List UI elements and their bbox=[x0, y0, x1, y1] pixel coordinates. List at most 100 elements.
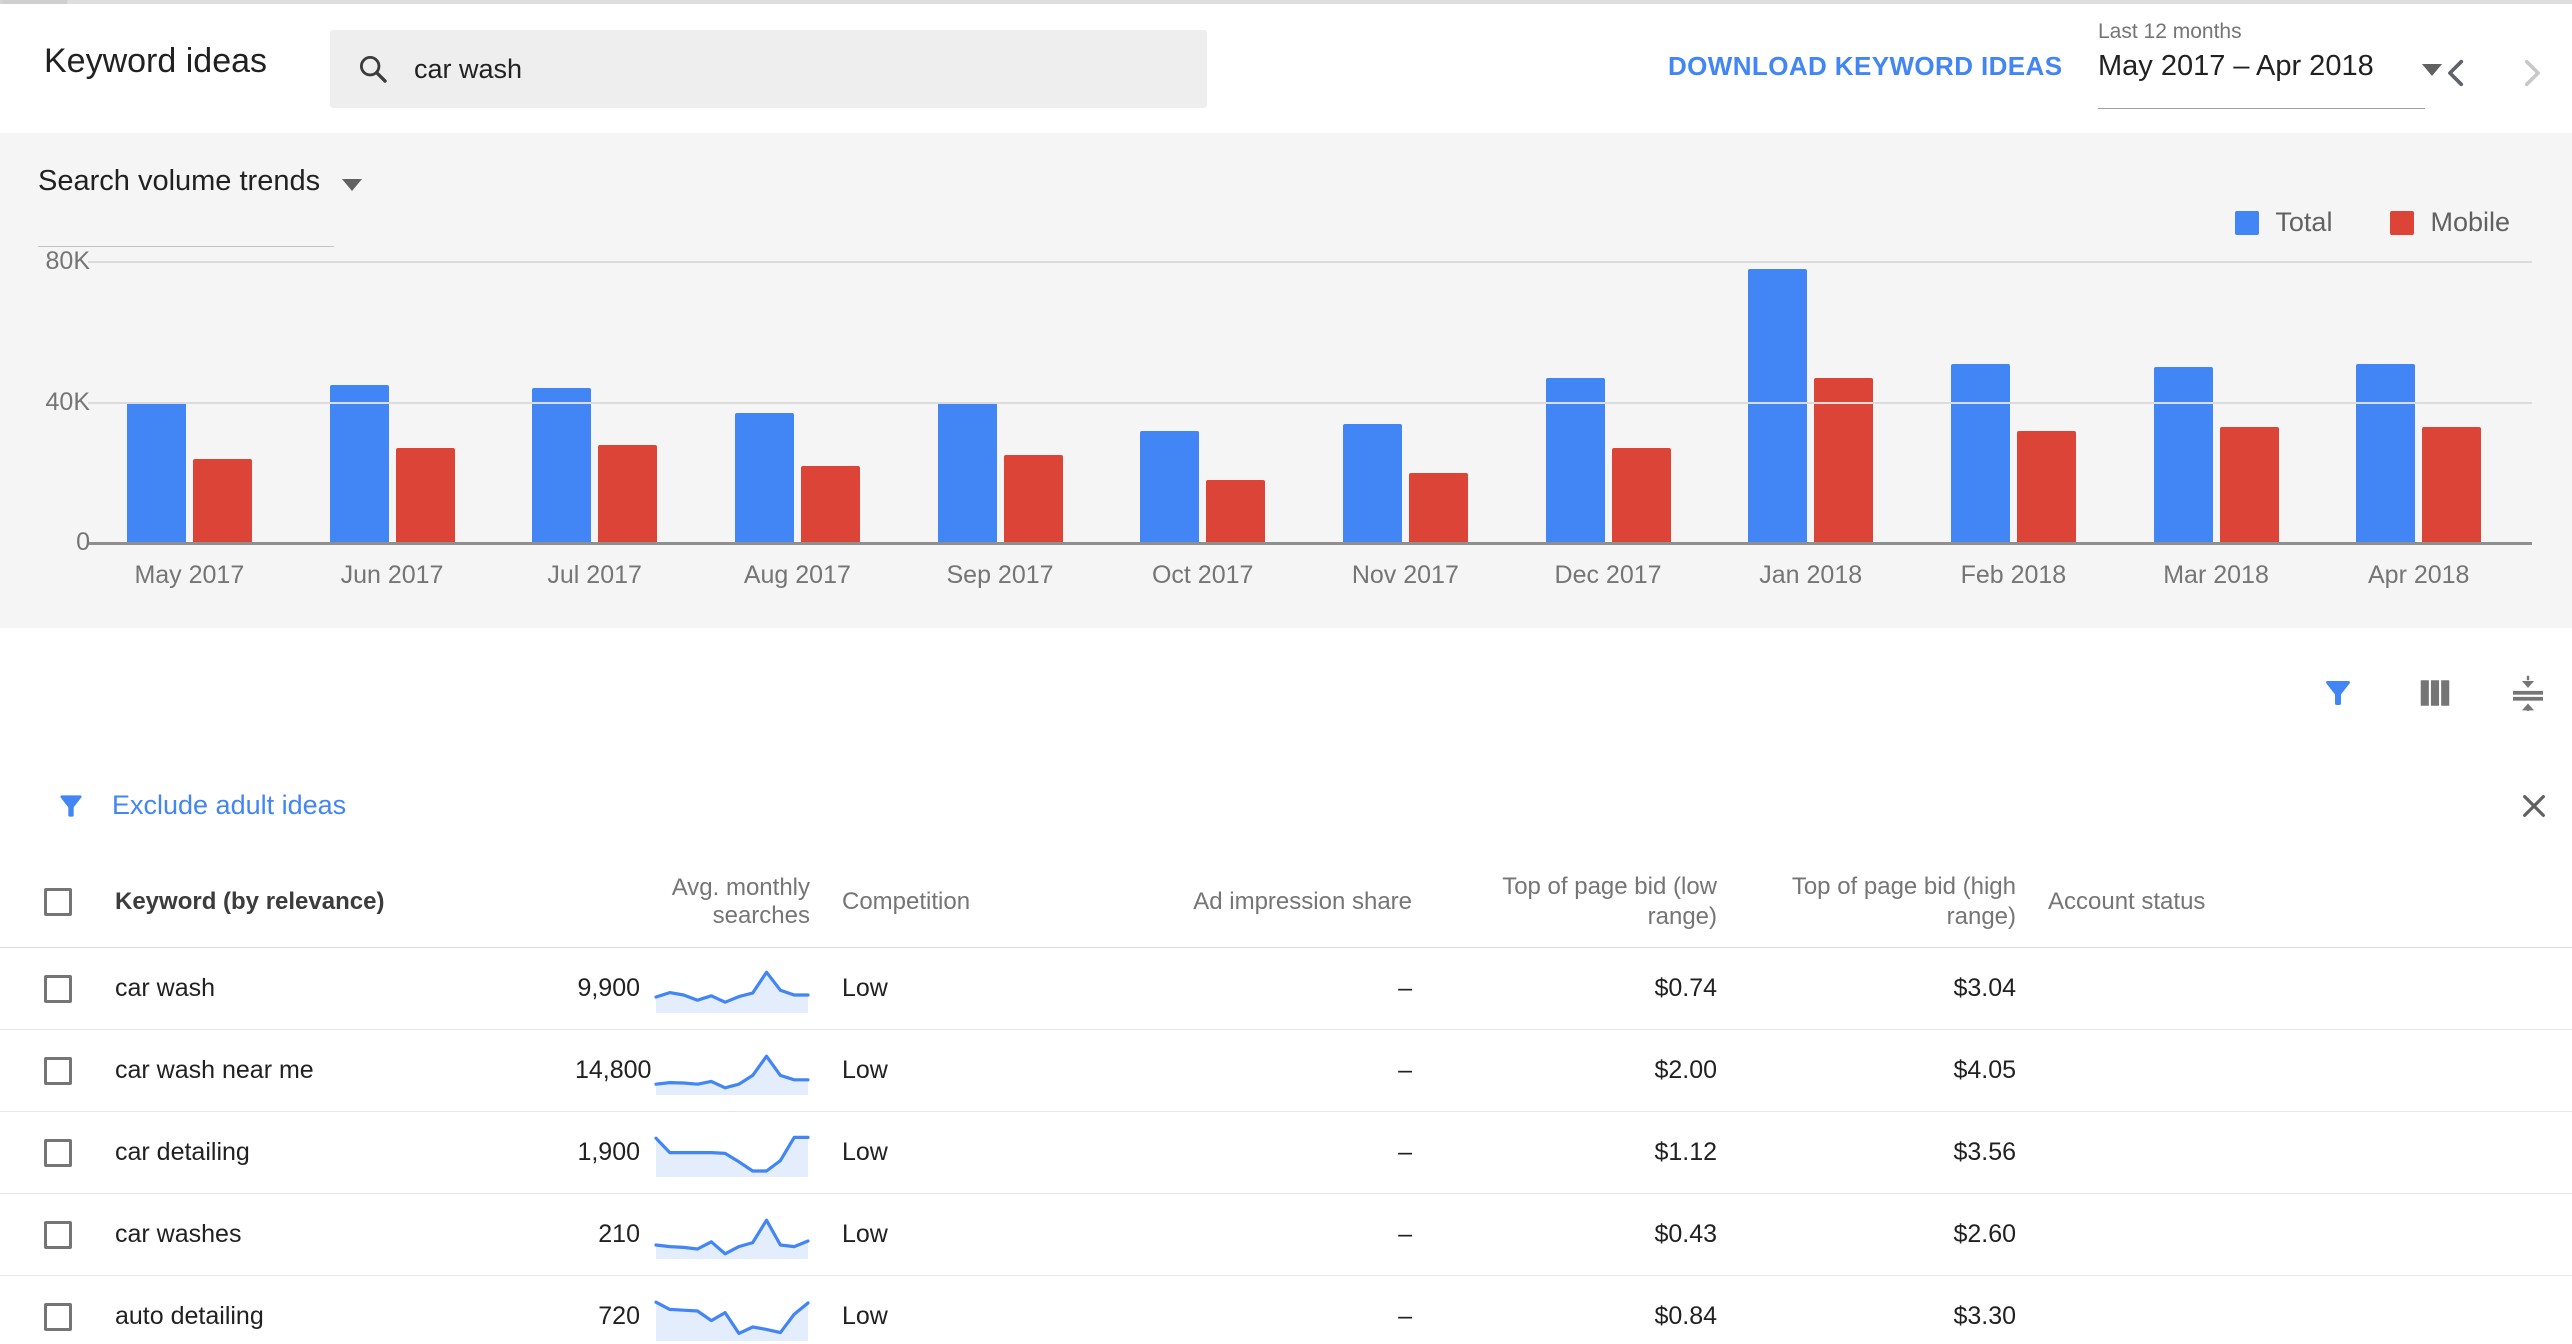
y-gridline bbox=[88, 402, 2532, 404]
bar-total bbox=[2154, 367, 2213, 543]
row-select-cell bbox=[0, 1303, 115, 1331]
avg-monthly-searches-cell: 9,900 bbox=[575, 974, 640, 1003]
competition-cell: Low bbox=[815, 1056, 1010, 1085]
table-header: Keyword (by relevance) Avg. monthly sear… bbox=[0, 856, 2572, 948]
active-filter-bar: Exclude adult ideas bbox=[0, 757, 2572, 857]
trend-cell bbox=[640, 1129, 815, 1177]
bid-low-cell: $0.74 bbox=[1420, 974, 1725, 1003]
x-axis-label: Dec 2017 bbox=[1507, 561, 1710, 590]
chart-type-dropdown[interactable]: Search volume trends bbox=[38, 165, 362, 198]
row-checkbox[interactable] bbox=[44, 1057, 72, 1085]
bid-low-cell: $1.12 bbox=[1420, 1138, 1725, 1167]
close-icon[interactable] bbox=[2518, 790, 2550, 822]
chart-legend: Total Mobile bbox=[2235, 207, 2510, 238]
table-row[interactable]: car detailing1,900Low–$1.12$3.56 bbox=[0, 1112, 2572, 1194]
column-header-ad-impression-share[interactable]: Ad impression share bbox=[1010, 888, 1420, 916]
previous-period-button[interactable] bbox=[2440, 56, 2474, 90]
bar-mobile bbox=[193, 459, 252, 543]
x-axis-label: May 2017 bbox=[88, 561, 291, 590]
date-range-dropdown[interactable]: May 2017 – Apr 2018 bbox=[2098, 50, 2442, 83]
x-axis-label: Sep 2017 bbox=[899, 561, 1102, 590]
column-header-keyword[interactable]: Keyword (by relevance) bbox=[115, 888, 575, 916]
keyword-cell: car detailing bbox=[115, 1138, 575, 1167]
table-row[interactable]: auto detailing720Low–$0.84$3.30 bbox=[0, 1276, 2572, 1344]
ad-impression-share-cell: – bbox=[1010, 1056, 1420, 1085]
collapse-rows-icon[interactable] bbox=[2510, 675, 2546, 711]
row-select-cell bbox=[0, 1139, 115, 1167]
next-period-button[interactable] bbox=[2514, 56, 2548, 90]
keyword-cell: auto detailing bbox=[115, 1302, 575, 1331]
avg-monthly-searches-cell: 1,900 bbox=[575, 1138, 640, 1167]
column-header-competition[interactable]: Competition bbox=[815, 888, 1010, 916]
bar-total bbox=[1343, 424, 1402, 543]
download-keyword-ideas-button[interactable]: DOWNLOAD KEYWORD IDEAS bbox=[1668, 51, 2062, 82]
row-checkbox[interactable] bbox=[44, 1139, 72, 1167]
bar-mobile bbox=[1206, 480, 1265, 543]
date-range-value: May 2017 – Apr 2018 bbox=[2098, 50, 2374, 83]
select-all-checkbox[interactable] bbox=[44, 888, 72, 916]
column-header-account-status[interactable]: Account status bbox=[2022, 888, 2572, 916]
bar-total bbox=[2356, 364, 2415, 543]
ad-impression-share-cell: – bbox=[1010, 1138, 1420, 1167]
column-header-avg-monthly-searches[interactable]: Avg. monthly searches bbox=[575, 874, 815, 930]
bar-mobile bbox=[2017, 431, 2076, 543]
column-header-top-of-page-bid-low[interactable]: Top of page bid (low range) bbox=[1420, 872, 1725, 932]
x-axis-label: Aug 2017 bbox=[696, 561, 899, 590]
bar-total bbox=[1140, 431, 1199, 543]
x-axis-label: Oct 2017 bbox=[1101, 561, 1304, 590]
ad-impression-share-cell: – bbox=[1010, 1220, 1420, 1249]
legend-item-total: Total bbox=[2235, 207, 2332, 238]
table-row[interactable]: car wash9,900Low–$0.74$3.04 bbox=[0, 948, 2572, 1030]
columns-icon[interactable] bbox=[2417, 675, 2453, 711]
competition-cell: Low bbox=[815, 1302, 1010, 1331]
keyword-search-box[interactable] bbox=[330, 30, 1207, 108]
competition-cell: Low bbox=[815, 1220, 1010, 1249]
x-axis-label: Feb 2018 bbox=[1912, 561, 2115, 590]
bar-mobile bbox=[2220, 427, 2279, 543]
column-header-label: Top of page bid (high range) bbox=[1782, 872, 2016, 932]
y-axis-tick: 80K bbox=[14, 247, 90, 276]
keyword-cell: car washes bbox=[115, 1220, 575, 1249]
x-axis-label: Apr 2018 bbox=[2317, 561, 2520, 590]
trend-sparkline bbox=[652, 965, 812, 1013]
trend-sparkline bbox=[652, 1047, 812, 1095]
bar-total bbox=[1951, 364, 2010, 543]
filter-chip-exclude-adult-ideas[interactable]: Exclude adult ideas bbox=[112, 790, 346, 821]
search-input[interactable] bbox=[412, 53, 1136, 86]
bar-mobile bbox=[1612, 448, 1671, 543]
header-bar: Keyword ideas DOWNLOAD KEYWORD IDEAS Las… bbox=[0, 4, 2572, 134]
legend-swatch bbox=[2390, 211, 2414, 235]
table-body: car wash9,900Low–$0.74$3.04car wash near… bbox=[0, 948, 2572, 1344]
bar-mobile bbox=[598, 445, 657, 543]
bar-mobile bbox=[396, 448, 455, 543]
chart-title: Search volume trends bbox=[38, 165, 320, 198]
search-icon bbox=[356, 52, 390, 86]
y-axis-tick: 40K bbox=[14, 388, 90, 417]
bid-low-cell: $0.84 bbox=[1420, 1302, 1725, 1331]
legend-item-mobile: Mobile bbox=[2390, 207, 2510, 238]
table-row[interactable]: car washes210Low–$0.43$2.60 bbox=[0, 1194, 2572, 1276]
row-checkbox[interactable] bbox=[44, 1303, 72, 1331]
keyword-cell: car wash bbox=[115, 974, 575, 1003]
date-range-underline bbox=[2098, 108, 2425, 109]
row-checkbox[interactable] bbox=[44, 975, 72, 1003]
trend-sparkline bbox=[652, 1211, 812, 1259]
chevron-down-icon bbox=[342, 179, 362, 191]
bar-total bbox=[330, 385, 389, 543]
table-row[interactable]: car wash near me14,800Low–$2.00$4.05 bbox=[0, 1030, 2572, 1112]
row-select-cell bbox=[0, 1221, 115, 1249]
legend-label: Total bbox=[2275, 207, 2332, 238]
filter-icon[interactable] bbox=[2320, 675, 2356, 711]
bid-high-cell: $3.04 bbox=[1725, 974, 2022, 1003]
trend-cell bbox=[640, 965, 815, 1013]
y-gridline bbox=[88, 261, 2532, 263]
row-checkbox[interactable] bbox=[44, 1221, 72, 1249]
bid-high-cell: $2.60 bbox=[1725, 1220, 2022, 1249]
trend-sparkline bbox=[652, 1293, 812, 1341]
keyword-cell: car wash near me bbox=[115, 1056, 575, 1085]
ad-impression-share-cell: – bbox=[1010, 1302, 1420, 1331]
keyword-planner-page: Keyword ideas DOWNLOAD KEYWORD IDEAS Las… bbox=[0, 0, 2572, 1344]
legend-swatch bbox=[2235, 211, 2259, 235]
column-header-top-of-page-bid-high[interactable]: Top of page bid (high range) bbox=[1725, 872, 2022, 932]
bar-mobile bbox=[2422, 427, 2481, 543]
